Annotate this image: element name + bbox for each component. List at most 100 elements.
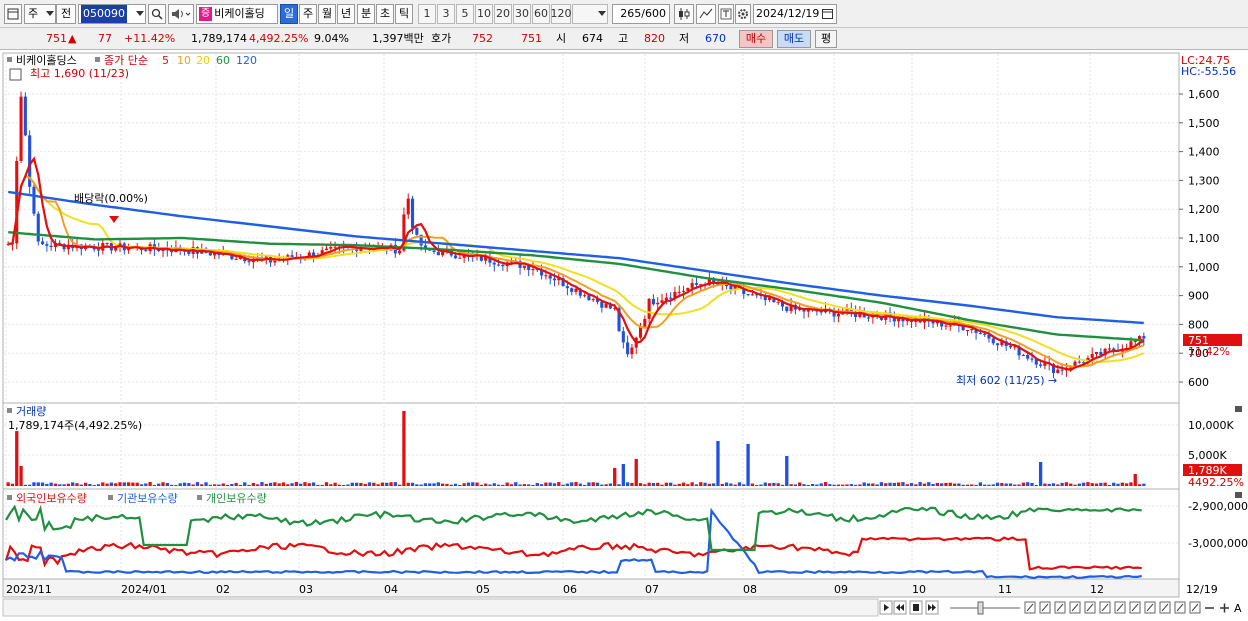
volume-bar bbox=[798, 482, 802, 486]
volume-panel-title: 거래량 bbox=[16, 405, 46, 418]
price-panel[interactable] bbox=[2, 52, 1180, 404]
period-button-minute[interactable]: 분 bbox=[357, 4, 375, 24]
buy-button[interactable]: 매수 bbox=[739, 30, 773, 48]
zoom-out-icon bbox=[1099, 601, 1111, 614]
panel-close-icon[interactable] bbox=[1235, 406, 1242, 412]
volume-bar bbox=[363, 483, 367, 486]
prev-button[interactable]: 전 bbox=[56, 4, 76, 24]
volume-bar bbox=[135, 482, 139, 486]
stock-name-field[interactable]: 증 비케이홀딩 bbox=[196, 4, 278, 24]
volume-bar bbox=[750, 483, 755, 486]
volume-bar bbox=[1073, 484, 1077, 486]
volume-bar bbox=[802, 484, 806, 486]
candle-body bbox=[398, 250, 402, 254]
volume-bar bbox=[264, 483, 268, 486]
candle-body bbox=[1077, 361, 1081, 363]
chart-area[interactable]: 1,600 1,500 1,400 1,300 1,200 1,100 1,000 900 80… bbox=[0, 50, 1248, 621]
high-value: 820 bbox=[644, 32, 665, 45]
volume-bar bbox=[286, 484, 290, 486]
volume-bar bbox=[561, 484, 565, 486]
volume-bar bbox=[901, 482, 905, 486]
period-button-tick[interactable]: 틱 bbox=[395, 4, 413, 24]
market-select[interactable]: 주 bbox=[24, 4, 56, 24]
volume-bar bbox=[983, 484, 987, 486]
text-tool-button[interactable] bbox=[718, 4, 734, 24]
volume-pct: 4,492.25% bbox=[249, 32, 309, 45]
volume-bar bbox=[260, 482, 264, 486]
volume-bar bbox=[1103, 482, 1107, 486]
link-icon bbox=[1174, 601, 1186, 614]
settings-button[interactable] bbox=[735, 4, 751, 24]
volume-bar bbox=[1086, 482, 1090, 486]
sell-button[interactable]: 매도 bbox=[777, 30, 811, 48]
candle-body bbox=[96, 249, 101, 251]
volume-bar bbox=[1081, 482, 1086, 486]
holding-tick-label: -2,900,000 bbox=[1188, 500, 1248, 513]
period-button-week[interactable]: 주 bbox=[299, 4, 317, 24]
volume-bar bbox=[634, 459, 638, 486]
horizontal-scrollbar[interactable] bbox=[2, 598, 879, 617]
interval-button-60[interactable]: 60 bbox=[532, 4, 550, 24]
volume-bar bbox=[1064, 482, 1069, 486]
volume-bar bbox=[884, 483, 888, 486]
interval-button-3[interactable]: 3 bbox=[437, 4, 455, 24]
period-button-month[interactable]: 월 bbox=[318, 4, 336, 24]
interval-button-120[interactable]: 120 bbox=[550, 4, 572, 24]
panel-close-icon[interactable] bbox=[1235, 492, 1242, 498]
pct-tag-text: 11.42% bbox=[1188, 345, 1230, 358]
count-input[interactable]: 265/600 bbox=[612, 4, 670, 24]
search-button[interactable] bbox=[148, 4, 166, 24]
chart-canvas[interactable]: 1,600 1,500 1,400 1,300 1,200 1,100 1,000 900 80… bbox=[0, 50, 1248, 621]
volume-bar bbox=[604, 484, 608, 486]
volume-bar bbox=[918, 482, 922, 486]
volume-bar bbox=[879, 482, 884, 486]
volume-bar bbox=[152, 484, 157, 486]
volume-bar bbox=[991, 484, 995, 486]
volume-bar bbox=[445, 483, 449, 486]
text-tool-icon bbox=[720, 8, 732, 20]
candle-type-button[interactable] bbox=[674, 4, 694, 24]
volume-bar bbox=[849, 484, 853, 486]
candle-body bbox=[544, 275, 548, 277]
count-total: /600 bbox=[641, 7, 666, 20]
volume-bar bbox=[638, 483, 643, 486]
zoom-slider-handle[interactable] bbox=[977, 601, 984, 615]
stock-code-input[interactable]: 050090 bbox=[78, 4, 146, 24]
period-button-year[interactable]: 년 bbox=[337, 4, 355, 24]
volume-bar bbox=[539, 484, 544, 486]
volume-bar bbox=[733, 484, 737, 486]
candle-body bbox=[1133, 340, 1137, 342]
search-icon bbox=[151, 8, 163, 20]
holding-panel[interactable] bbox=[2, 488, 1180, 580]
interval-button-5[interactable]: 5 bbox=[456, 4, 474, 24]
interval-button-1[interactable]: 1 bbox=[418, 4, 436, 24]
volume-bar bbox=[217, 484, 221, 486]
candle-body bbox=[324, 248, 329, 251]
stock-panel-title: 비케이홀딩스 bbox=[16, 54, 77, 67]
interval-label: 120 bbox=[550, 7, 572, 20]
layout-icon[interactable] bbox=[4, 4, 22, 24]
volume-bar bbox=[810, 483, 815, 486]
volume-panel[interactable] bbox=[2, 402, 1180, 490]
period-button-second[interactable]: 초 bbox=[376, 4, 394, 24]
period-button-day[interactable]: 일 bbox=[280, 4, 298, 24]
volume-bar bbox=[380, 482, 385, 486]
draw-tool-button[interactable] bbox=[696, 4, 716, 24]
calendar-icon[interactable] bbox=[9, 68, 22, 81]
calendar-icon bbox=[822, 9, 833, 19]
price-tick-label: 1,300 bbox=[1188, 174, 1220, 187]
interval-custom-select[interactable] bbox=[572, 4, 608, 24]
volume-bar bbox=[651, 483, 656, 486]
volume-tick-label: 10,000K bbox=[1188, 419, 1234, 432]
avg-button[interactable]: 평 bbox=[815, 30, 837, 48]
volume-bar bbox=[1129, 482, 1133, 486]
x-tick-label: 02 bbox=[216, 583, 230, 596]
interval-button-10[interactable]: 10 bbox=[475, 4, 493, 24]
volume-bar bbox=[458, 484, 462, 486]
redo-icon bbox=[1144, 601, 1156, 614]
interval-button-20[interactable]: 20 bbox=[494, 4, 512, 24]
volume-bar bbox=[212, 484, 217, 486]
date-input[interactable]: 2024/12/19 bbox=[753, 4, 837, 24]
sound-button[interactable] bbox=[168, 4, 194, 24]
interval-button-30[interactable]: 30 bbox=[513, 4, 531, 24]
